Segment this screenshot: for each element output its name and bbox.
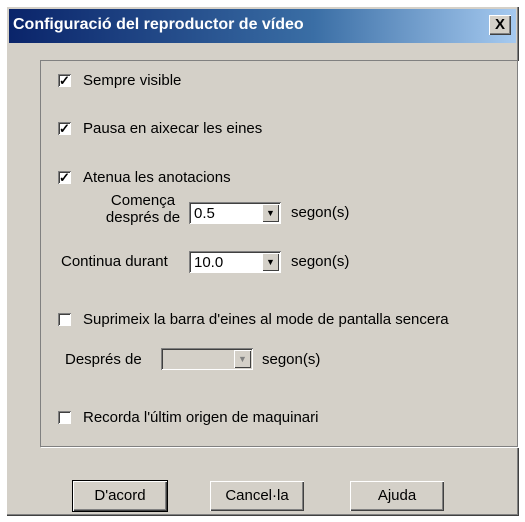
close-button[interactable]: X [489,15,511,35]
fade-annotations-checkbox[interactable]: ✓ [58,171,71,184]
cancel-button[interactable]: Cancel·la [210,481,304,511]
settings-dialog: Configuració del reproductor de vídeo X … [6,6,519,516]
fade-annotations-option[interactable]: ✓ Atenua les anotacions [58,169,231,186]
continues-for-label: Continua durant [61,253,168,270]
suppress-toolbar-option[interactable]: Suprimeix la barra d'eines al mode de pa… [58,311,449,328]
chevron-down-icon[interactable]: ▼ [262,253,279,271]
fade-annotations-label: Atenua les anotacions [83,169,231,186]
chevron-down-icon[interactable]: ▼ [234,350,251,368]
starts-after-label: Comença després de [105,192,181,226]
pause-on-tools-checkbox[interactable]: ✓ [58,122,71,135]
always-visible-label: Sempre visible [83,72,182,89]
suppress-toolbar-checkbox[interactable] [58,313,71,326]
always-visible-checkbox[interactable]: ✓ [58,74,71,87]
starts-after-value: 0.5 [194,205,215,222]
remember-hardware-checkbox[interactable] [58,411,71,424]
ok-button[interactable]: D'acord [72,480,168,512]
continues-for-value: 10.0 [194,254,224,271]
suppress-toolbar-label: Suprimeix la barra d'eines al mode de pa… [83,311,449,328]
chevron-down-icon[interactable]: ▼ [262,204,279,222]
starts-after-select[interactable]: 0.5 ▼ [189,202,281,224]
pause-on-tools-option[interactable]: ✓ Pausa en aixecar les eines [58,120,262,137]
always-visible-option[interactable]: ✓ Sempre visible [58,72,181,89]
after-select[interactable]: ▼ [161,348,253,370]
remember-hardware-label: Recorda l'últim origen de maquinari [83,409,319,426]
dialog-title: Configuració del reproductor de vídeo [13,16,304,33]
after-label: Després de [65,351,142,368]
continues-for-select[interactable]: 10.0 ▼ [189,251,281,273]
remember-hardware-option[interactable]: Recorda l'últim origen de maquinari [58,409,318,426]
continues-for-unit: segon(s) [291,253,350,270]
after-unit: segon(s) [262,351,321,368]
help-button[interactable]: Ajuda [350,481,444,511]
pause-on-tools-label: Pausa en aixecar les eines [83,120,263,137]
title-bar: Configuració del reproductor de vídeo X [9,9,516,43]
starts-after-unit: segon(s) [291,204,350,221]
close-icon: X [494,16,505,33]
